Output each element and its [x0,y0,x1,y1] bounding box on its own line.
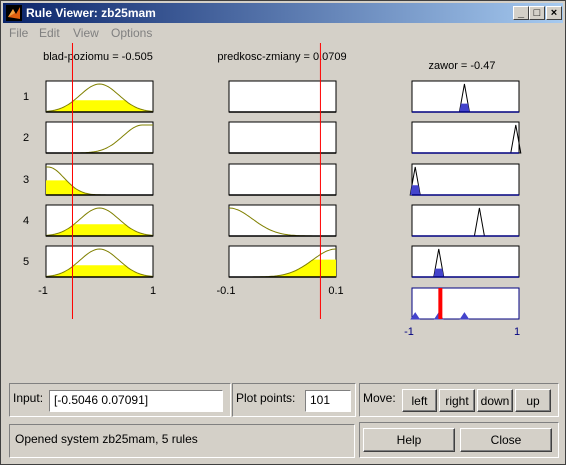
move-left-button[interactable]: left [402,389,437,412]
maximize-button[interactable]: □ [529,6,545,20]
menu-file[interactable]: File [9,26,28,40]
move-left-label: left [411,394,428,408]
input2-header: predkosc-zmiany = 0.0709 [217,51,346,63]
rule-number-3: 3 [23,174,29,186]
matlab-icon [6,5,22,21]
rule-number-2: 2 [23,132,29,144]
input-field[interactable]: [-0.5046 0.07091] [49,390,223,412]
rule-viewer-plot[interactable]: blad-poziomu = -0.505 predkosc-zmiany = 0… [1,43,566,375]
output-tick-min: -1 [404,326,414,338]
move-down-label: down [480,394,510,408]
input2-tick-max: 0.1 [328,285,343,297]
output-header: zawor = -0.47 [429,60,496,72]
move-up-button[interactable]: up [515,389,551,412]
menu-bar: File Edit View Options [3,24,563,42]
plot-points-label: Plot points: [236,391,296,405]
rule-2-output-box [411,121,520,154]
rule-number-1: 1 [23,91,29,103]
rule-4-output-box [411,204,520,237]
rule-5-output-fill [433,268,444,277]
menu-options[interactable]: Options [111,26,152,40]
rule-number-4: 4 [23,215,29,227]
rule-3-output-box [411,163,520,196]
move-right-label: right [445,394,469,408]
rule-2-input1-box [45,121,154,154]
move-down-button[interactable]: down [477,389,513,412]
move-right-button[interactable]: right [439,389,475,412]
input2-tick-min: -0.1 [217,285,236,297]
move-label: Move: [363,391,396,405]
status-text: Opened system zb25mam, 5 rules [15,432,198,446]
help-button[interactable]: Help [363,428,455,452]
output-tick-max: 1 [514,326,520,338]
status-bar: Opened system zb25mam, 5 rules [9,424,355,458]
close-label: Close [490,433,522,447]
rule-5-output-box [411,245,520,278]
menu-edit[interactable]: Edit [39,26,60,40]
plot-points-field[interactable]: 101 [305,390,351,412]
rule-3-output-fill [410,185,421,195]
minimize-button[interactable]: _ [513,6,529,20]
move-up-label: up [526,394,540,408]
close-window-button[interactable]: × [546,6,562,20]
close-button[interactable]: Close [460,428,552,452]
title-bar[interactable]: Rule Viewer: zb25mam _ □ × [3,3,563,23]
input-label: Input: [13,391,44,405]
input1-tick-max: 1 [150,285,156,297]
input1-header: blad-poziomu = -0.505 [43,51,153,63]
menu-view[interactable]: View [73,26,99,40]
help-label: Help [396,433,422,447]
window-title: Rule Viewer: zb25mam [26,6,156,20]
rule-number-5: 5 [23,256,29,268]
rule-viewer-window: Rule Viewer: zb25mam _ □ × File Edit Vie… [0,0,566,465]
rule-1-output-fill [459,103,470,112]
input1-tick-min: -1 [38,285,48,297]
